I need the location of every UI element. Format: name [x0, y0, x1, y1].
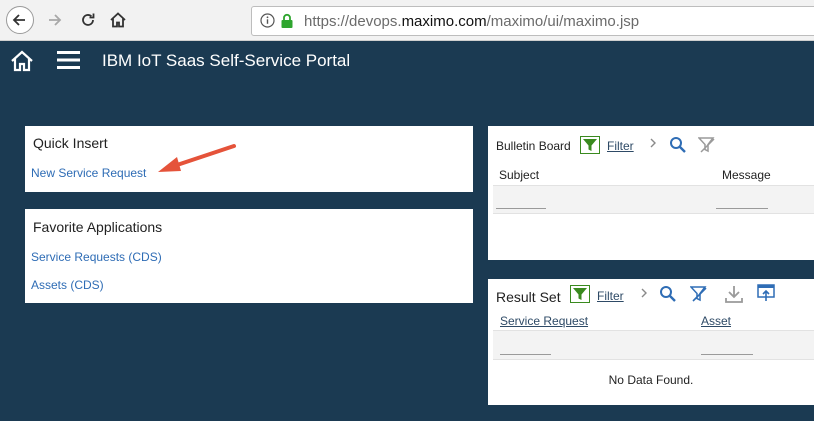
assets-cds-link[interactable]: Assets (CDS) — [31, 278, 104, 292]
search-icon[interactable] — [659, 285, 677, 303]
result-set-title: Result Set — [496, 289, 561, 305]
upload-table-icon[interactable] — [757, 284, 775, 302]
info-icon[interactable] — [260, 13, 275, 33]
quick-insert-panel: Quick Insert New Service Request — [25, 126, 473, 192]
favorite-applications-title: Favorite Applications — [33, 219, 163, 235]
service-requests-cds-link[interactable]: Service Requests (CDS) — [31, 250, 162, 264]
lock-icon — [280, 13, 294, 34]
service-request-column-header[interactable]: Service Request — [500, 314, 588, 328]
chevron-right-icon[interactable] — [649, 138, 657, 148]
filter-icon[interactable] — [570, 285, 590, 303]
browser-toolbar: https://devops.maximo.com/maximo/ui/maxi… — [0, 0, 814, 41]
quick-insert-title: Quick Insert — [33, 135, 108, 151]
reload-icon[interactable] — [74, 6, 102, 34]
browser-home-icon[interactable] — [104, 6, 132, 34]
filter-row — [493, 330, 814, 360]
message-filter-input[interactable] — [716, 208, 768, 209]
asset-filter-input[interactable] — [701, 354, 753, 355]
url-text: https://devops.maximo.com/maximo/ui/maxi… — [304, 13, 640, 30]
favorite-applications-panel: Favorite Applications Service Requests (… — [25, 209, 473, 303]
subject-column-header[interactable]: Subject — [499, 168, 539, 182]
filter-row — [493, 185, 814, 214]
filter-icon[interactable] — [580, 136, 600, 154]
bulletin-board-panel: Bulletin Board Filter Subject Message — [488, 126, 814, 260]
app-header: IBM IoT Saas Self-Service Portal — [0, 41, 814, 85]
chevron-right-icon[interactable] — [640, 288, 648, 298]
hamburger-menu-icon[interactable] — [57, 51, 80, 74]
forward-arrow-icon[interactable] — [40, 6, 68, 34]
home-icon[interactable] — [10, 50, 34, 77]
search-icon[interactable] — [669, 136, 687, 154]
address-bar[interactable]: https://devops.maximo.com/maximo/ui/maxi… — [251, 6, 814, 36]
result-set-panel: Result Set Filter Service Request Asset … — [488, 279, 814, 405]
new-service-request-link[interactable]: New Service Request — [31, 166, 146, 180]
clear-filter-icon[interactable] — [698, 136, 716, 154]
service-request-filter-input[interactable] — [500, 354, 551, 355]
app-title: IBM IoT Saas Self-Service Portal — [102, 51, 351, 70]
message-column-header[interactable]: Message — [722, 168, 771, 182]
download-icon[interactable] — [724, 284, 744, 304]
clear-filter-icon[interactable] — [690, 285, 708, 303]
bulletin-filter-link[interactable]: Filter — [607, 139, 634, 153]
annotation-arrow-icon — [158, 144, 236, 172]
no-data-message: No Data Found. — [608, 373, 694, 387]
back-arrow-icon[interactable] — [6, 6, 34, 34]
asset-column-header[interactable]: Asset — [701, 314, 731, 328]
bulletin-board-title: Bulletin Board — [496, 139, 571, 153]
subject-filter-input[interactable] — [496, 208, 546, 209]
result-filter-link[interactable]: Filter — [597, 289, 624, 303]
